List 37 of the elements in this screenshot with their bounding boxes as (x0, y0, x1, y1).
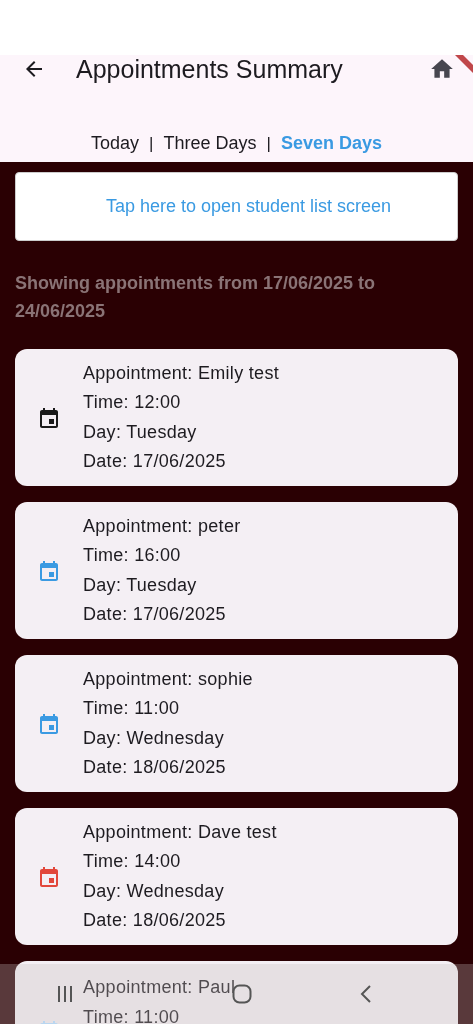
recent-apps-icon[interactable] (55, 985, 75, 1003)
appointment-detail: Day: Wednesday (83, 726, 225, 750)
appointment-card[interactable]: Appointment: Dave test Time: 14:00 Day: Wednesday Date: 18/06/2025 (15, 808, 458, 945)
appointment-detail: Appointment: sophie (83, 667, 253, 691)
appointment-detail: Day: Tuesday (83, 573, 198, 597)
appointment-detail: Day: Wednesday (83, 879, 225, 903)
home-button-icon[interactable] (232, 984, 252, 1004)
appointment-detail: Date: 18/06/2025 (83, 909, 227, 932)
appointment-card[interactable]: Appointment: Emily test Time: 12:00 Day: Tuesday Date: 17/06/2025 (15, 349, 458, 486)
appointment-card[interactable]: Appointment: sophie Time: 11:00 Day: Wednesday Date: 18/06/2025 (15, 655, 458, 792)
screen-title: Appointments Summary (76, 55, 344, 84)
appointment-detail: Appointment: Dave test (83, 820, 277, 844)
appointment-detail: Appointment: Paul (83, 976, 236, 999)
appointment-detail: Time: 14:00 (83, 850, 182, 873)
calendar-icon (37, 711, 61, 736)
back-icon[interactable] (360, 984, 372, 1004)
appointment-detail: Appointment: peter (83, 514, 241, 538)
appointment-card[interactable]: Appointment: peter Time: 16:00 Day: Tuesday Date: 17/06/2025 (15, 502, 458, 639)
range-tab[interactable]: Today (91, 133, 140, 154)
appointment-detail: Time: 11:00 (83, 1005, 181, 1024)
range-tab[interactable]: Three Days (163, 133, 257, 154)
appointment-detail: Date: 17/06/2025 (83, 603, 227, 626)
appointment-detail: Time: 16:00 (83, 544, 182, 567)
appointment-detail: Appointment: Emily test (83, 361, 279, 385)
appointment-detail: Date: 18/06/2025 (83, 756, 227, 779)
appointment-detail: Time: 12:00 (83, 391, 182, 414)
appointment-card[interactable]: Appointment: Paul Time: 11:00 (15, 961, 458, 1024)
appointment-detail: Day: Tuesday (83, 420, 198, 444)
calendar-icon (37, 558, 61, 583)
date-range-heading: Showing appointments from 17/06/2025 to 24/06/2025 (15, 272, 377, 323)
calendar-icon (37, 864, 61, 889)
calendar-icon (37, 405, 61, 430)
tab-separator: | (149, 133, 154, 154)
tab-separator: | (266, 133, 271, 154)
appointment-detail: Time: 11:00 (83, 697, 181, 720)
appointment-detail: Date: 17/06/2025 (83, 450, 227, 473)
corner-ribbon (455, 55, 473, 73)
